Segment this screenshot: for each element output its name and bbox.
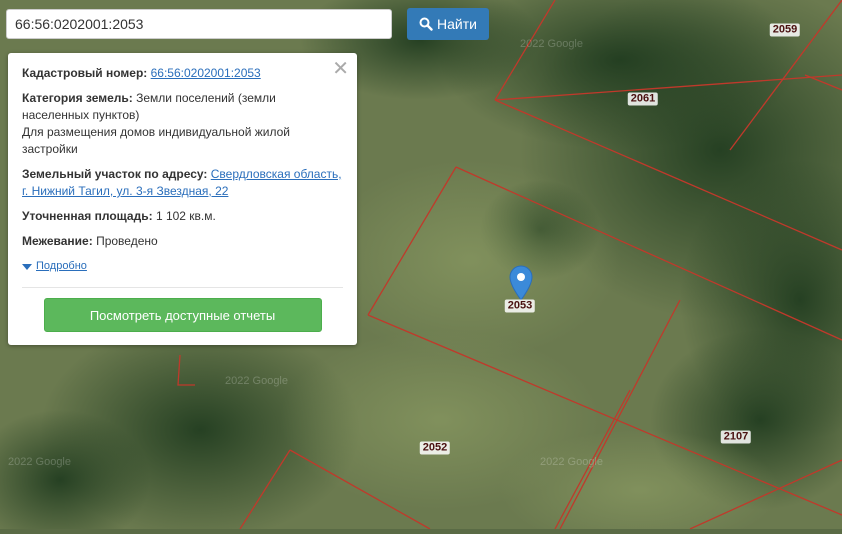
address-label: Земельный участок по адресу: xyxy=(22,167,208,181)
parcel-label[interactable]: 2053 xyxy=(504,299,536,313)
parcel-label[interactable]: 2107 xyxy=(720,430,752,444)
parcel-label[interactable]: 2052 xyxy=(419,441,451,455)
search-button-label: Найти xyxy=(437,16,477,32)
area-label: Уточненная площадь: xyxy=(22,209,153,223)
map-watermark: 2022 Google xyxy=(520,38,583,50)
divider xyxy=(22,287,343,288)
land-usage-value: Для размещения домов индивидуальной жило… xyxy=(22,125,290,156)
search-icon xyxy=(419,17,433,31)
parcel-label[interactable]: 2061 xyxy=(627,92,659,106)
search-bar: Найти xyxy=(6,8,489,40)
cadastral-number-row: Кадастровый номер: 66:56:0202001:2053 xyxy=(22,65,343,82)
details-toggle[interactable]: Подробно xyxy=(22,258,343,275)
view-reports-button[interactable]: Посмотреть доступные отчеты xyxy=(43,298,322,332)
cadastral-number-link[interactable]: 66:56:0202001:2053 xyxy=(151,66,261,80)
map-watermark: 2022 Google xyxy=(8,456,71,468)
address-row: Земельный участок по адресу: Свердловска… xyxy=(22,166,343,200)
parcel-label[interactable]: 2059 xyxy=(769,23,801,37)
details-link[interactable]: Подробно xyxy=(36,258,87,275)
area-value: 1 102 кв.м. xyxy=(155,209,216,223)
cadastral-number-label: Кадастровый номер: xyxy=(22,66,148,80)
parcel-info-panel: ✕ Кадастровый номер: 66:56:0202001:2053 … xyxy=(8,53,357,345)
survey-row: Межевание: Проведено xyxy=(22,233,343,250)
map-watermark: 2022 Google xyxy=(540,456,603,468)
map-watermark: 2022 Google xyxy=(225,375,288,387)
search-button[interactable]: Найти xyxy=(407,8,489,40)
survey-label: Межевание: xyxy=(22,234,93,248)
land-category-label: Категория земель: xyxy=(22,91,133,105)
search-input[interactable] xyxy=(6,9,392,39)
area-row: Уточненная площадь: 1 102 кв.м. xyxy=(22,208,343,225)
land-category-row: Категория земель: Земли поселений (земли… xyxy=(22,90,343,158)
close-icon[interactable]: ✕ xyxy=(332,59,349,79)
chevron-down-icon xyxy=(22,263,32,270)
survey-value: Проведено xyxy=(96,234,158,248)
